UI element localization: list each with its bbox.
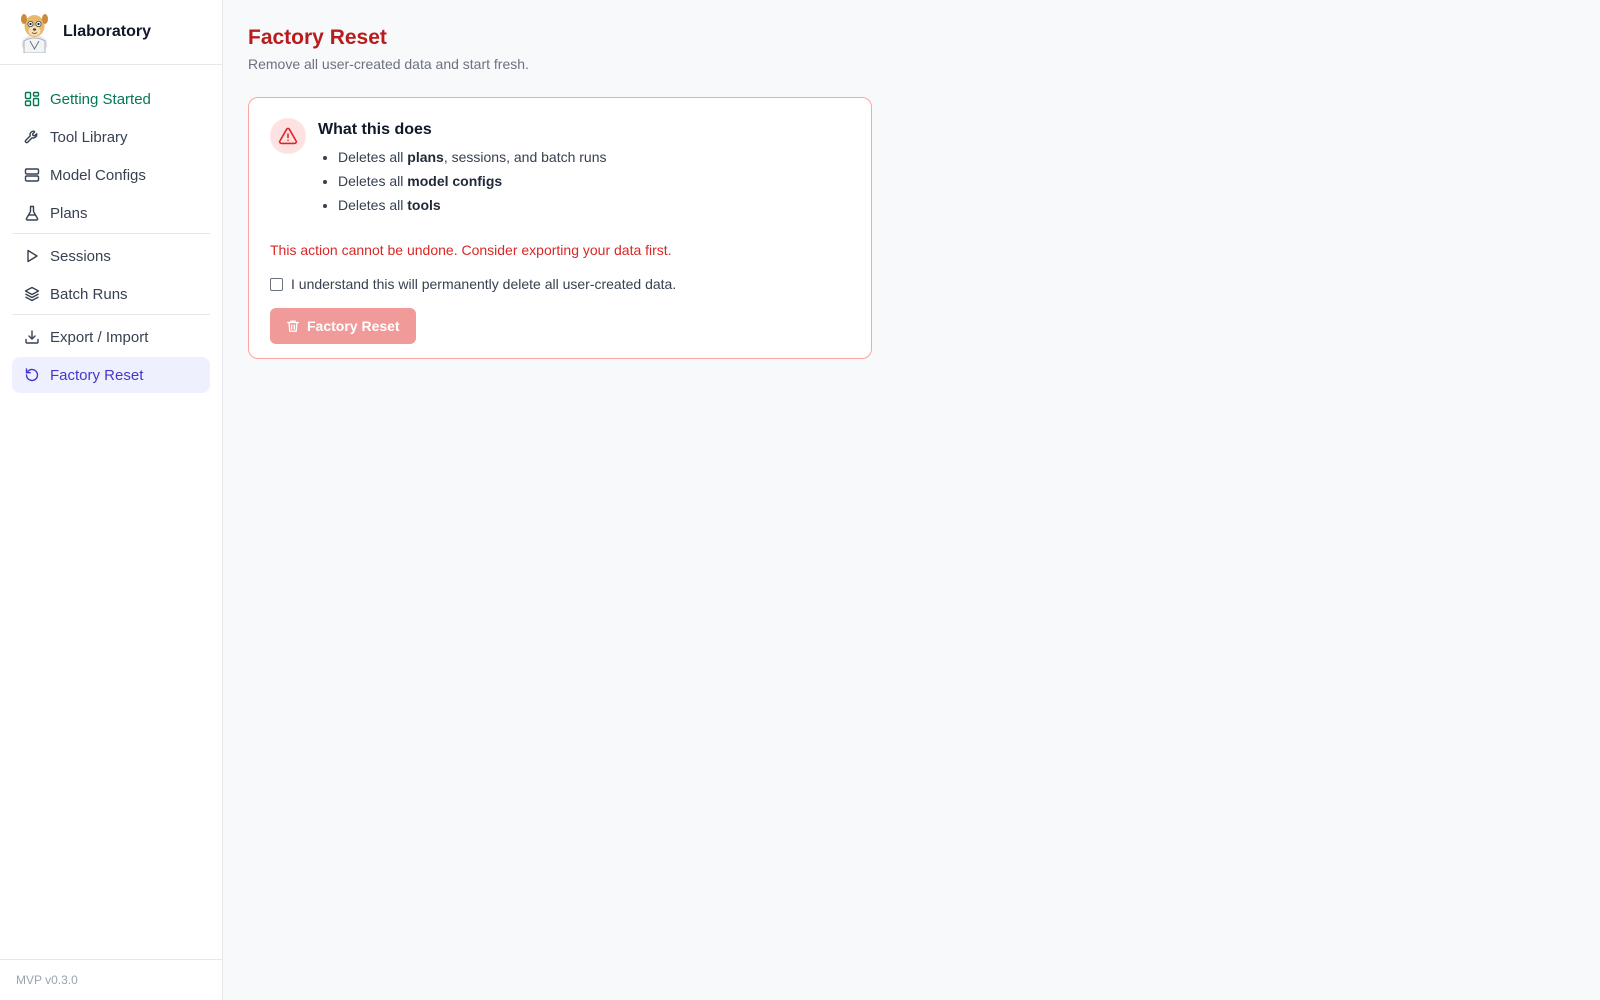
- page-title: Factory Reset: [248, 26, 387, 49]
- rotate-ccw-icon: [25, 368, 39, 382]
- bullet-emphasis: model configs: [407, 173, 503, 189]
- nav-divider: [12, 233, 210, 234]
- sidebar-item-export-import[interactable]: Export / Import: [12, 319, 210, 355]
- sidebar-nav: Getting Started Tool Library Model Confi…: [0, 65, 222, 393]
- alert-triangle-icon: [278, 127, 298, 145]
- confirm-row[interactable]: I understand this will permanently delet…: [270, 276, 676, 292]
- sidebar-item-sessions[interactable]: Sessions: [12, 238, 210, 274]
- sidebar: Llaboratory Getting Started Tool Library…: [0, 0, 223, 1000]
- trash-icon: [287, 320, 299, 332]
- dashboard-icon: [24, 91, 40, 107]
- effects-list: Deletes all plans, sessions, and batch r…: [318, 145, 850, 217]
- flask-icon: [25, 205, 39, 221]
- sidebar-item-label: Export / Import: [50, 328, 149, 346]
- sidebar-item-label: Sessions: [50, 247, 111, 265]
- card-body: What this does Deletes all plans, sessio…: [318, 118, 850, 217]
- app-version: MVP v0.3.0: [0, 959, 222, 1000]
- factory-reset-card: What this does Deletes all plans, sessio…: [248, 97, 872, 359]
- bullet-prefix: Deletes all: [338, 197, 408, 213]
- confirm-checkbox[interactable]: [270, 277, 283, 291]
- sidebar-item-label: Factory Reset: [50, 366, 144, 384]
- list-item: Deletes all tools: [338, 193, 850, 217]
- sidebar-item-tool-library[interactable]: Tool Library: [12, 119, 210, 155]
- sidebar-item-model-configs[interactable]: Model Configs: [12, 157, 210, 193]
- bullet-emphasis: tools: [407, 197, 441, 213]
- sidebar-item-label: Getting Started: [50, 90, 151, 108]
- confirm-label: I understand this will permanently delet…: [291, 276, 677, 292]
- card-actions: This action cannot be undone. Consider e…: [270, 228, 676, 344]
- bullet-emphasis: plans: [407, 149, 444, 165]
- app-name: Llaboratory: [63, 23, 152, 40]
- wrench-icon: [24, 130, 38, 144]
- warning-badge: [270, 118, 306, 154]
- factory-reset-button[interactable]: Factory Reset: [270, 308, 416, 344]
- sidebar-item-factory-reset[interactable]: Factory Reset: [12, 357, 210, 393]
- page-subtitle: Remove all user-created data and start f…: [248, 56, 529, 72]
- main-content: Factory Reset Remove all user-created da…: [248, 24, 872, 359]
- factory-reset-button-label: Factory Reset: [307, 318, 400, 334]
- sidebar-item-batch-runs[interactable]: Batch Runs: [12, 276, 210, 312]
- irreversible-warning: This action cannot be undone. Consider e…: [270, 242, 672, 258]
- sidebar-item-label: Plans: [50, 204, 88, 222]
- sidebar-item-label: Batch Runs: [50, 285, 128, 303]
- brand[interactable]: Llaboratory: [0, 0, 222, 65]
- layers-icon: [24, 286, 40, 302]
- bullet-prefix: Deletes all: [338, 149, 408, 165]
- card-heading: What this does: [318, 121, 432, 138]
- sidebar-item-label: Tool Library: [50, 128, 128, 146]
- sidebar-item-plans[interactable]: Plans: [12, 195, 210, 231]
- server-icon: [24, 168, 40, 182]
- download-icon: [25, 330, 39, 344]
- bullet-suffix: , sessions, and batch runs: [443, 149, 607, 165]
- llama-logo-icon: [21, 14, 48, 53]
- play-icon: [27, 249, 38, 263]
- bullet-prefix: Deletes all: [338, 173, 408, 189]
- list-item: Deletes all model configs: [338, 169, 850, 193]
- nav-divider: [12, 314, 210, 315]
- sidebar-item-label: Model Configs: [50, 166, 146, 184]
- sidebar-item-getting-started[interactable]: Getting Started: [12, 81, 210, 117]
- list-item: Deletes all plans, sessions, and batch r…: [338, 145, 850, 169]
